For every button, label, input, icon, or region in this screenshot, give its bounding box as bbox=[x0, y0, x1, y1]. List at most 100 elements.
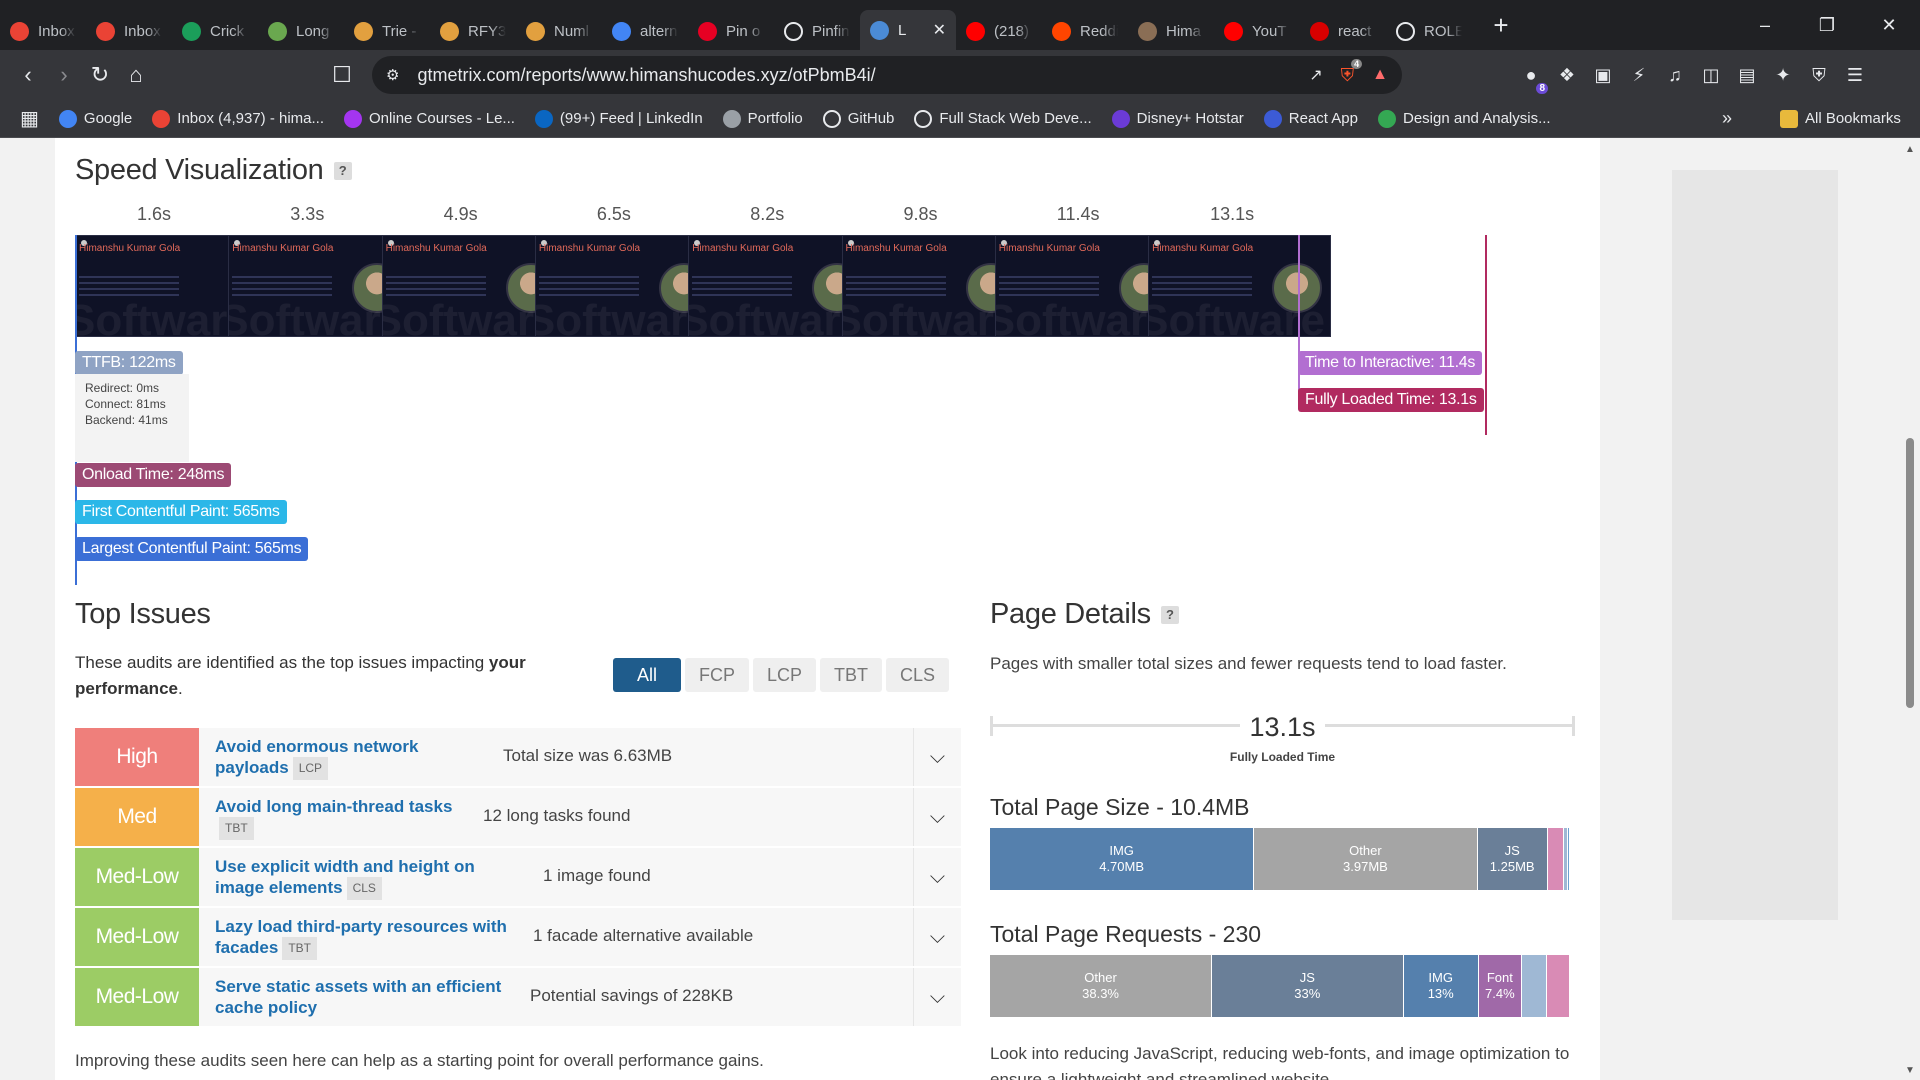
browser-tab[interactable]: altern bbox=[602, 12, 688, 50]
page-scrollbar[interactable]: ▲ ▼ bbox=[1900, 138, 1920, 1080]
browser-tab[interactable]: ROLE bbox=[1386, 12, 1472, 50]
browser-tab[interactable]: Trie - bbox=[344, 12, 430, 50]
total-page-size-title: Total Page Size - 10.4MB bbox=[990, 794, 1250, 820]
bar-segment: Other 3.97MB bbox=[1254, 828, 1478, 890]
help-icon[interactable]: ? bbox=[333, 162, 352, 181]
browser-tab[interactable]: L ✕ bbox=[860, 10, 956, 50]
puzzle-icon[interactable]: ❖ bbox=[1556, 65, 1578, 86]
brave-rewards-icon[interactable]: ▲ bbox=[1372, 66, 1388, 84]
filter-lcp[interactable]: LCP bbox=[753, 658, 817, 692]
scroll-down-icon[interactable]: ▼ bbox=[1905, 1065, 1915, 1076]
all-bookmarks-folder[interactable]: All Bookmarks bbox=[1780, 109, 1901, 128]
issue-title[interactable]: Lazy load third-party resources with fac… bbox=[215, 916, 513, 961]
help-icon[interactable]: ? bbox=[1160, 606, 1179, 625]
bookmark-item[interactable]: (99+) Feed | LinkedIn bbox=[534, 109, 703, 128]
bookmark-item[interactable]: Design and Analysis... bbox=[1378, 109, 1551, 128]
menu-icon[interactable]: ☰ bbox=[1844, 65, 1866, 86]
bookmark-icon[interactable]: ☐ bbox=[324, 62, 360, 88]
issue-title-text[interactable]: Use explicit width and height on image e… bbox=[215, 857, 475, 897]
sidebar-icon[interactable]: ◫ bbox=[1700, 65, 1722, 86]
url-text[interactable]: gtmetrix.com/reports/www.himanshucodes.x… bbox=[417, 65, 875, 86]
issue-title[interactable]: Avoid long main-thread tasksTBT bbox=[215, 796, 463, 841]
issue-title[interactable]: Avoid enormous network payloads LCP bbox=[215, 736, 483, 781]
ttfb-breakdown: Redirect: 0ms Connect: 81ms Backend: 41m… bbox=[75, 374, 189, 462]
vpn-icon[interactable]: ⛨ bbox=[1808, 65, 1830, 86]
browser-tab[interactable]: Crick bbox=[172, 12, 258, 50]
brave-shield-icon[interactable]: ⛨ 4 bbox=[1341, 58, 1363, 86]
bookmark-item[interactable]: Online Courses - Le... bbox=[344, 109, 515, 128]
bookmark-item[interactable]: Full Stack Web Deve... bbox=[914, 109, 1092, 128]
browser-tab[interactable]: Pin o bbox=[688, 12, 774, 50]
top-issues-description: These audits are identified as the top i… bbox=[75, 650, 575, 702]
browser-tab[interactable]: (218) bbox=[956, 12, 1042, 50]
issue-title-text[interactable]: Avoid long main-thread tasks bbox=[215, 797, 452, 816]
restore-icon[interactable]: ❐ bbox=[1796, 15, 1858, 36]
chevron-down-icon[interactable]: ⌵ bbox=[913, 908, 961, 966]
filter-tbt[interactable]: TBT bbox=[820, 658, 883, 692]
speed-visualization-title: Speed Visualization bbox=[75, 154, 324, 186]
bookmark-item[interactable]: Portfolio bbox=[722, 109, 803, 128]
bookmark-label: Google bbox=[83, 110, 133, 127]
close-tab-icon[interactable]: ✕ bbox=[933, 20, 946, 40]
chevron-down-icon[interactable]: ⌵ bbox=[913, 728, 961, 786]
issue-row[interactable]: High Avoid enormous network payloads LCP To… bbox=[75, 728, 961, 786]
filter-all[interactable]: All bbox=[613, 658, 681, 692]
issue-row[interactable]: Med-Low Serve static assets with an effic… bbox=[75, 968, 961, 1026]
reload-icon[interactable]: ↻ bbox=[82, 62, 118, 88]
minimize-icon[interactable]: – bbox=[1734, 15, 1796, 36]
filmstrip-frame[interactable]: Himanshu Kumar Gola Software Engineer bbox=[1148, 235, 1332, 337]
browser-tab[interactable]: Inbox bbox=[0, 12, 86, 50]
browser-tab[interactable]: Numl bbox=[516, 12, 602, 50]
filter-cls[interactable]: CLS bbox=[886, 658, 950, 692]
filter-fcp[interactable]: FCP bbox=[685, 658, 749, 692]
site-info-icon[interactable]: ⚙ bbox=[386, 66, 399, 84]
bookmark-item[interactable]: Inbox (4,937) - hima... bbox=[152, 109, 324, 128]
share-icon[interactable]: ↗ bbox=[1309, 65, 1322, 85]
home-icon[interactable]: ⌂ bbox=[118, 62, 154, 88]
issue-row[interactable]: Med-Low Use explicit width and height on … bbox=[75, 848, 961, 906]
bookmark-item[interactable]: GitHub bbox=[822, 109, 894, 128]
issue-row[interactable]: Med-Low Lazy load third-party resources w… bbox=[75, 908, 961, 966]
extension-icon[interactable]: ● 8 bbox=[1520, 65, 1548, 94]
browser-tab[interactable]: YouT bbox=[1214, 12, 1300, 50]
frame-watermark: Software Engineer bbox=[1148, 296, 1330, 337]
bookmark-item[interactable]: Disney+ Hotstar bbox=[1111, 109, 1244, 128]
screenshot-icon[interactable]: ▣ bbox=[1592, 65, 1614, 86]
wallet-icon[interactable]: ▤ bbox=[1736, 65, 1758, 86]
browser-tab[interactable]: Reddi bbox=[1042, 12, 1128, 50]
page-details-heading: Page Details? bbox=[990, 598, 1179, 631]
issue-title-text[interactable]: Lazy load third-party resources with fac… bbox=[215, 917, 507, 957]
issue-title[interactable]: Use explicit width and height on image e… bbox=[215, 856, 523, 901]
music-icon[interactable]: ♫ bbox=[1664, 65, 1686, 86]
browser-tab[interactable]: Pinfin bbox=[774, 12, 860, 50]
browser-tab[interactable]: Hima bbox=[1128, 12, 1214, 50]
issue-row[interactable]: Med Avoid long main-thread tasksTBT 12 lon… bbox=[75, 788, 961, 846]
address-bar[interactable]: ⚙ gtmetrix.com/reports/www.himanshucodes… bbox=[372, 56, 1402, 94]
issue-title[interactable]: Serve static assets with an efficient ca… bbox=[215, 976, 510, 1018]
bookmark-item[interactable]: React App bbox=[1263, 109, 1358, 128]
top-issues-footer: Improving these audits seen here can hel… bbox=[75, 1051, 764, 1070]
bar-segment: Font 7.4% bbox=[1478, 955, 1522, 1017]
chevron-down-icon[interactable]: ⌵ bbox=[913, 968, 961, 1026]
scrollbar-thumb[interactable] bbox=[1906, 438, 1914, 708]
ai-icon[interactable]: ✦ bbox=[1772, 65, 1794, 86]
new-tab-button[interactable]: + bbox=[1486, 10, 1516, 41]
chevron-down-icon[interactable]: ⌵ bbox=[913, 848, 961, 906]
back-icon[interactable]: ‹ bbox=[10, 62, 46, 88]
segment-label: IMG bbox=[1109, 843, 1134, 858]
close-window-icon[interactable]: ✕ bbox=[1858, 15, 1920, 36]
scroll-up-icon[interactable]: ▲ bbox=[1905, 144, 1915, 155]
leo-icon[interactable]: ⚡ bbox=[1628, 65, 1650, 86]
bookmark-item[interactable]: Google bbox=[58, 109, 133, 128]
bookmark-label: Design and Analysis... bbox=[1403, 110, 1551, 127]
browser-tab[interactable]: Long bbox=[258, 12, 344, 50]
apps-grid-icon[interactable]: ▦ bbox=[20, 106, 39, 131]
desc-end: . bbox=[177, 679, 183, 698]
forward-icon[interactable]: › bbox=[46, 62, 82, 88]
browser-tab[interactable]: Inbox bbox=[86, 12, 172, 50]
more-bookmarks-icon[interactable]: » bbox=[1722, 108, 1732, 129]
browser-tab[interactable]: react bbox=[1300, 12, 1386, 50]
chevron-down-icon[interactable]: ⌵ bbox=[913, 788, 961, 846]
browser-tab[interactable]: RFY3 bbox=[430, 12, 516, 50]
issue-title-text[interactable]: Serve static assets with an efficient ca… bbox=[215, 977, 501, 1017]
